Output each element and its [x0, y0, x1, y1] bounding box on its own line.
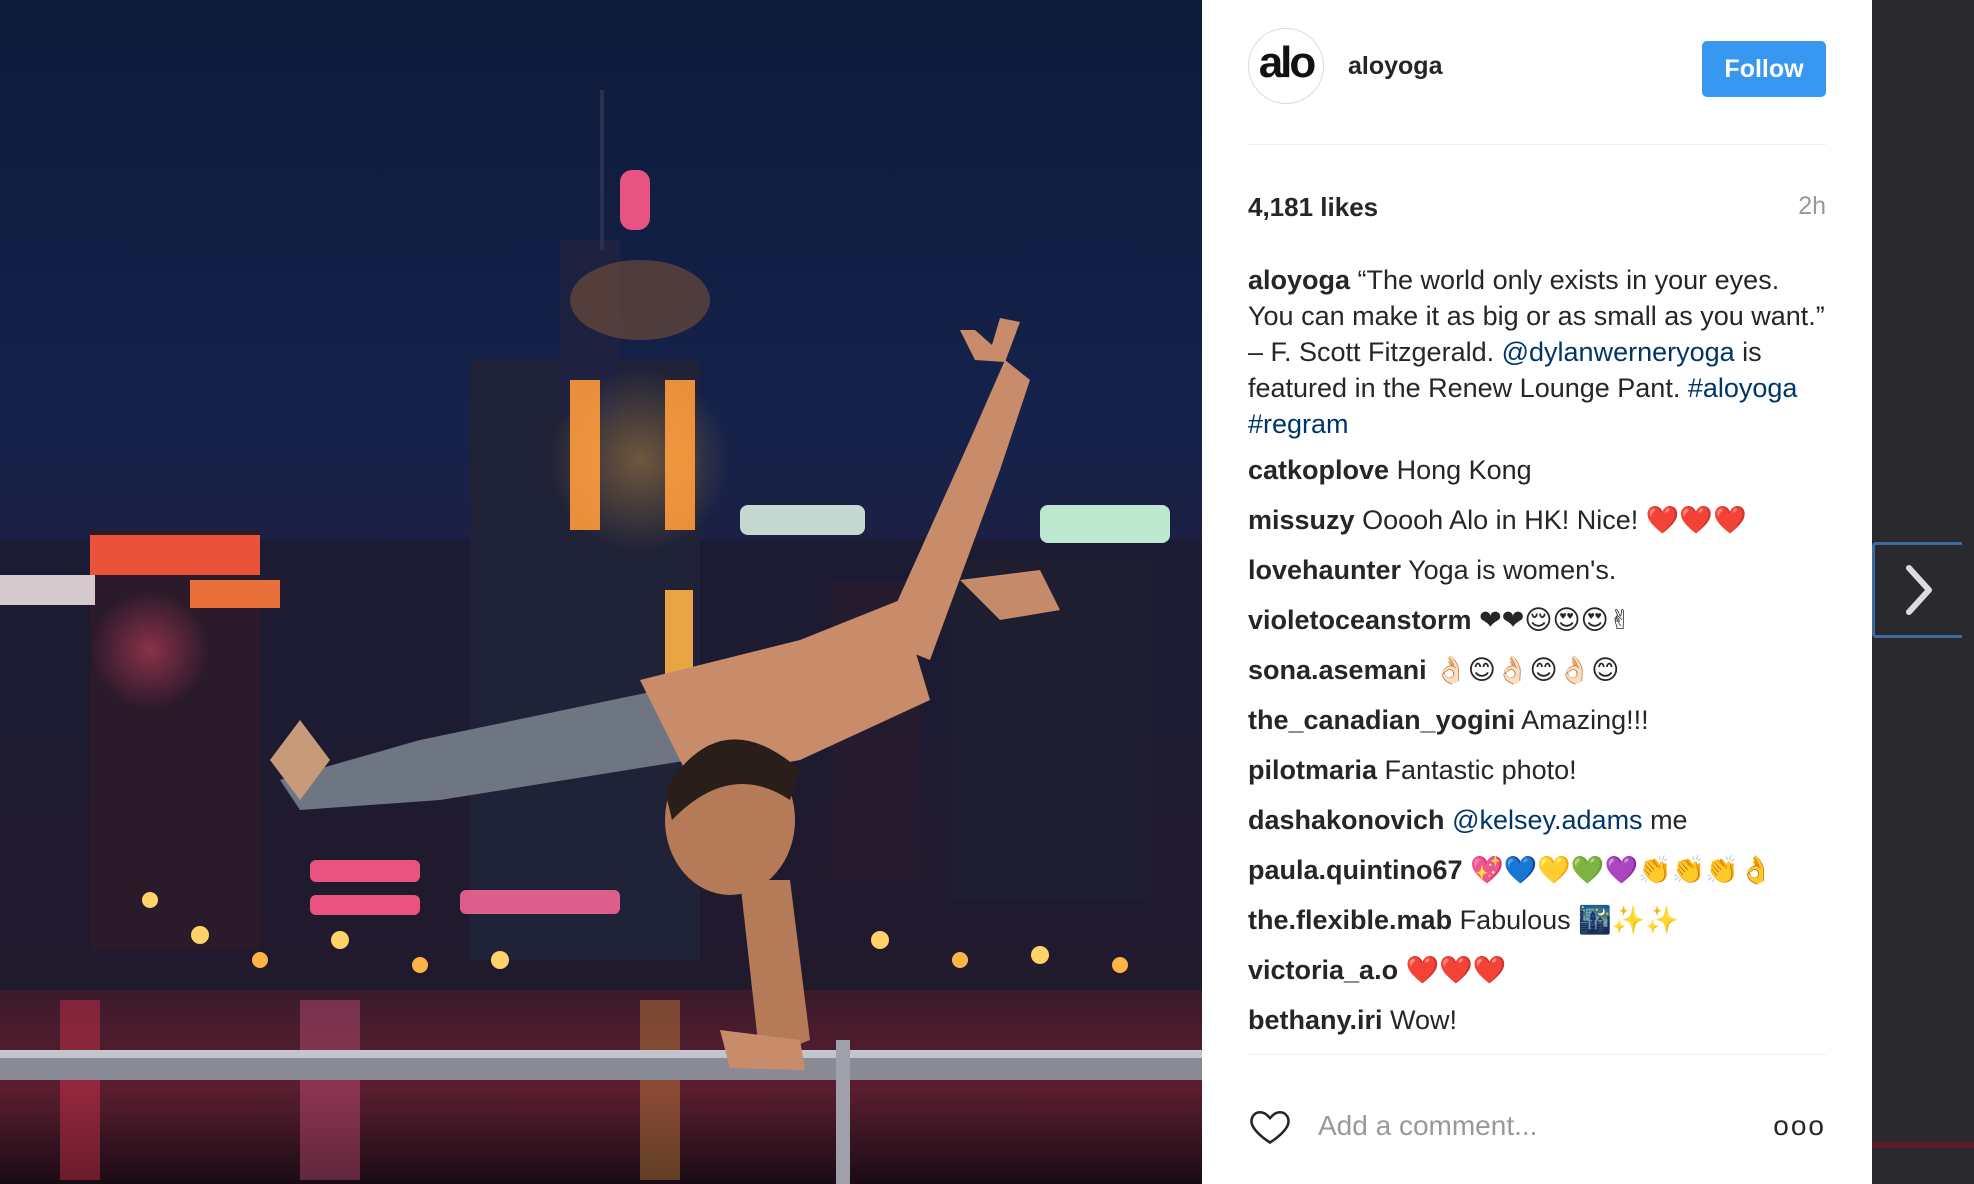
comments-list[interactable]: aloyoga “The world only exists in your e… — [1248, 262, 1826, 1050]
comment-author[interactable]: catkoplove — [1248, 455, 1389, 485]
comment-item: violetoceanstorm ❤❤😌😍😍✌ — [1248, 602, 1826, 638]
post-caption: aloyoga “The world only exists in your e… — [1248, 262, 1826, 442]
comment-text: 👌🏻😊👌🏻😊👌🏻😊 — [1434, 655, 1620, 685]
comment-item: the_canadian_yogini Amazing!!! — [1248, 702, 1826, 738]
comment-bar: ooo — [1248, 1098, 1826, 1154]
next-post-button[interactable] — [1872, 542, 1962, 638]
caption-hashtag[interactable]: #aloyoga — [1688, 373, 1798, 403]
caption-mention[interactable]: @dylanwerneryoga — [1502, 337, 1735, 367]
caption-hashtag[interactable]: #regram — [1248, 409, 1349, 439]
comment-text: ❤❤😌😍😍✌ — [1479, 605, 1632, 635]
post-header: alo aloyoga Follow — [1248, 28, 1826, 110]
comment-text: Fantastic photo! — [1384, 755, 1577, 785]
comment-author[interactable]: sona.asemani — [1248, 655, 1427, 685]
comment-item: the.flexible.mab Fabulous 🌃✨✨ — [1248, 902, 1826, 938]
comment-author[interactable]: the_canadian_yogini — [1248, 705, 1515, 735]
comment-author[interactable]: victoria_a.o — [1248, 955, 1398, 985]
comment-item: dashakonovich @kelsey.adams me — [1248, 802, 1826, 838]
comment-text: Fabulous 🌃✨✨ — [1459, 905, 1680, 935]
comment-item: missuzy Ooooh Alo in HK! Nice! ❤️❤️❤️ — [1248, 502, 1826, 538]
comment-item: sona.asemani 👌🏻😊👌🏻😊👌🏻😊 — [1248, 652, 1826, 688]
comment-text: Amazing!!! — [1521, 705, 1649, 735]
backdrop-accent — [1872, 1142, 1974, 1148]
follow-button[interactable]: Follow — [1702, 41, 1826, 97]
comment-item: paula.quintino67 💖💙💛💚💜👏👏👏👌 — [1248, 852, 1826, 888]
comment-item: pilotmaria Fantastic photo! — [1248, 752, 1826, 788]
comment-mention[interactable]: @kelsey.adams — [1452, 805, 1642, 835]
comment-item: victoria_a.o ❤️❤️❤️ — [1248, 952, 1826, 988]
comment-author[interactable]: violetoceanstorm — [1248, 605, 1472, 635]
comment-author[interactable]: paula.quintino67 — [1248, 855, 1463, 885]
comment-author[interactable]: dashakonovich — [1248, 805, 1445, 835]
username-link[interactable]: aloyoga — [1348, 52, 1442, 81]
more-options-icon[interactable]: ooo — [1773, 1112, 1826, 1140]
comment-author[interactable]: the.flexible.mab — [1248, 905, 1452, 935]
avatar[interactable]: alo — [1248, 28, 1324, 104]
comment-text: me — [1642, 805, 1688, 835]
comment-text: Wow! — [1390, 1005, 1458, 1035]
heart-outline-icon[interactable] — [1248, 1104, 1292, 1148]
comment-author[interactable]: pilotmaria — [1248, 755, 1377, 785]
photo-illustration — [0, 90, 1202, 1184]
comment-text: 💖💙💛💚💜👏👏👏👌 — [1470, 855, 1773, 885]
post-timestamp[interactable]: 2h — [1798, 192, 1826, 221]
post-photo[interactable] — [0, 0, 1202, 1184]
comment-item: catkoplove Hong Kong — [1248, 452, 1826, 488]
comment-text: ❤️❤️❤️ — [1405, 955, 1507, 985]
caption-author[interactable]: aloyoga — [1248, 265, 1350, 295]
comment-author[interactable]: lovehaunter — [1248, 555, 1401, 585]
comment-text: Yoga is women's. — [1408, 555, 1617, 585]
comment-item: bethany.iri Wow! — [1248, 1002, 1826, 1038]
comment-author[interactable]: bethany.iri — [1248, 1005, 1383, 1035]
likes-count[interactable]: 4,181 likes — [1248, 192, 1378, 223]
comment-author[interactable]: missuzy — [1248, 505, 1355, 535]
chevron-right-icon — [1905, 565, 1932, 615]
header-divider — [1248, 144, 1826, 145]
add-comment-input[interactable] — [1318, 1104, 1758, 1148]
comment-item: lovehaunter Yoga is women's. — [1248, 552, 1826, 588]
footer-divider — [1248, 1054, 1826, 1055]
avatar-logo: alo — [1258, 38, 1317, 87]
comment-text: Hong Kong — [1396, 455, 1532, 485]
comment-text: Ooooh Alo in HK! Nice! ❤️❤️❤️ — [1362, 505, 1747, 535]
post-details-panel: alo aloyoga Follow 4,181 likes 2h aloyog… — [1202, 0, 1872, 1184]
